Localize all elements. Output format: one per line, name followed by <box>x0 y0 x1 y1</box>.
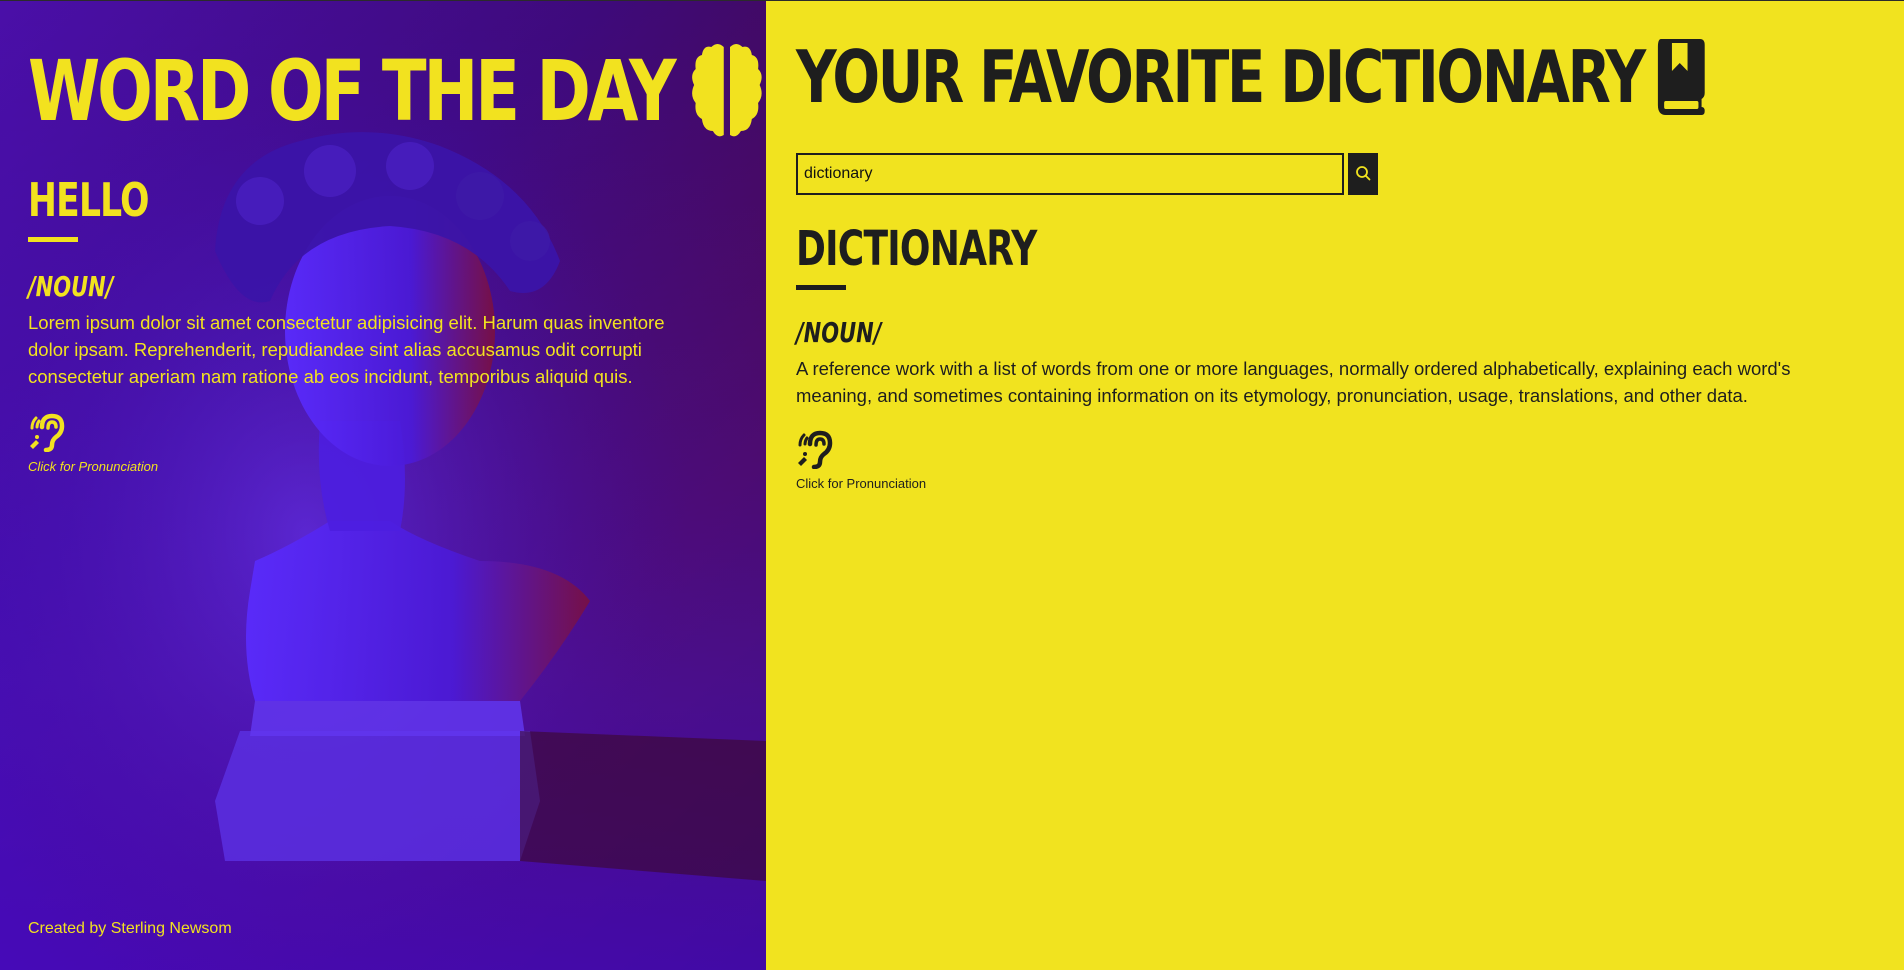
dictionary-word: DICTIONARY <box>796 221 1037 277</box>
word-of-the-day-title-text: WORD OF THE DAY <box>28 42 677 140</box>
search-bar <box>796 153 1904 195</box>
search-input[interactable] <box>796 153 1344 195</box>
word-of-the-day-part-of-speech: /NOUN/ <box>28 270 114 303</box>
ear-listen-icon[interactable] <box>28 413 68 456</box>
word-of-the-day-content: WORD OF THE DAY HELLO /NOUN/ Lorem ipsum… <box>28 41 762 474</box>
dictionary-pronunciation[interactable]: Click for Pronunciation <box>796 427 1904 491</box>
word-of-the-day-panel: WORD OF THE DAY HELLO /NOUN/ Lorem ipsum… <box>0 0 766 970</box>
word-underline <box>28 237 78 242</box>
dictionary-title: YOUR FAVORITE DICTIONARY <box>796 35 1705 119</box>
pronunciation-label[interactable]: Click for Pronunciation <box>28 459 708 474</box>
book-icon <box>1655 39 1706 115</box>
dictionary-panel: YOUR FAVORITE DICTIONARY DICTIONARY /NOU… <box>766 0 1904 970</box>
word-underline <box>796 285 846 290</box>
ear-listen-icon[interactable] <box>796 430 836 473</box>
search-icon[interactable] <box>1355 165 1371 184</box>
word-of-the-day-title: WORD OF THE DAY <box>28 41 762 141</box>
footer-credit: Created by Sterling Newsom <box>28 920 232 937</box>
dictionary-title-text: YOUR FAVORITE DICTIONARY <box>796 35 1646 119</box>
dictionary-part-of-speech: /NOUN/ <box>796 316 882 349</box>
dictionary-definition: A reference work with a list of words fr… <box>796 358 1791 406</box>
word-of-the-day-definition: Lorem ipsum dolor sit amet consectetur a… <box>28 312 665 387</box>
word-of-the-day-pronunciation[interactable]: Click for Pronunciation <box>28 410 708 474</box>
search-button[interactable] <box>1348 153 1378 195</box>
brain-icon <box>689 41 764 141</box>
pronunciation-label[interactable]: Click for Pronunciation <box>796 476 1904 491</box>
word-of-the-day-word: HELLO <box>28 173 150 227</box>
